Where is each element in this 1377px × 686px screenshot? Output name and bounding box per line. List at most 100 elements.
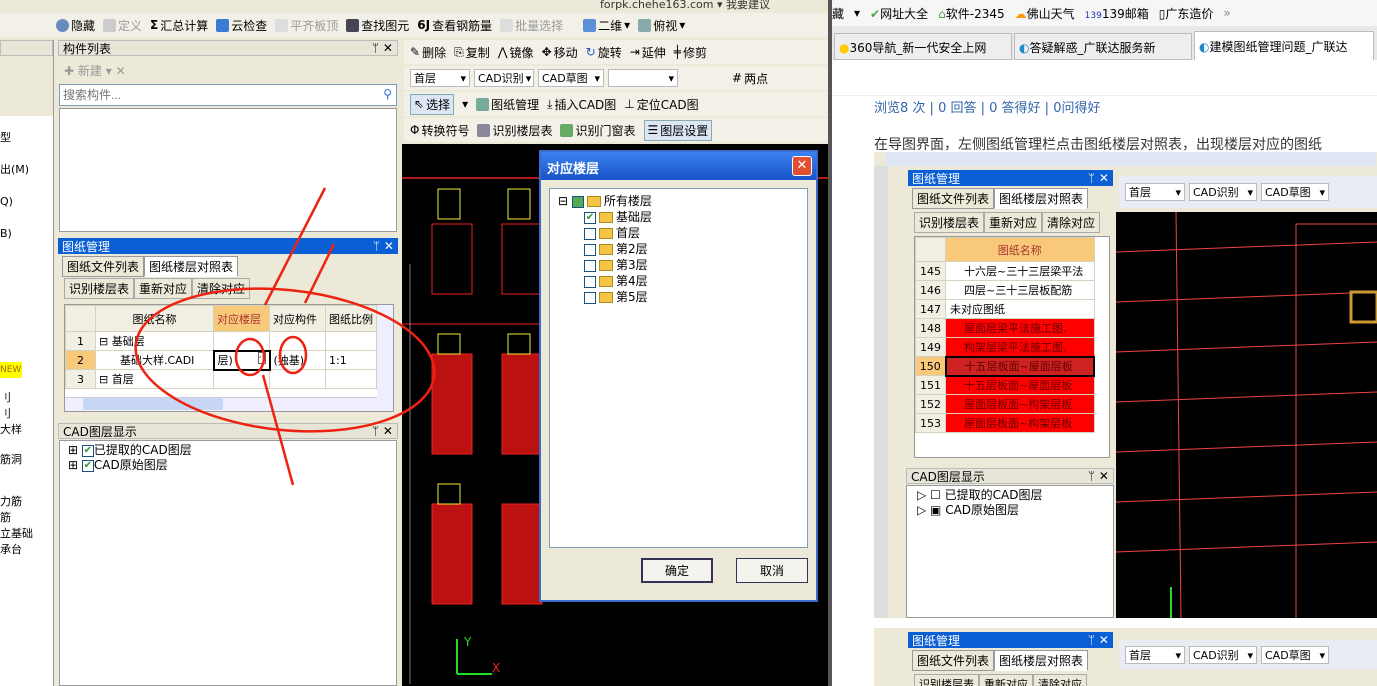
mirror-button[interactable]: ⋀ 镜像	[498, 44, 534, 61]
table-row[interactable]: 147 未对应图纸	[915, 299, 1095, 319]
extend-button[interactable]: ⇥ 延伸	[630, 44, 666, 61]
s2-button[interactable]: 识别楼层表	[914, 674, 979, 686]
delete-icon[interactable]: ✕	[116, 64, 126, 78]
insert-cad-button[interactable]: ⤓ 插入CAD图	[547, 96, 616, 113]
select-button[interactable]: ⇖ 选择	[410, 93, 455, 115]
col-name[interactable]: 图纸名称	[95, 305, 214, 332]
table-row[interactable]: 150 十五层板面~屋面层板	[915, 355, 1095, 377]
vertical-scrollbar[interactable]	[377, 305, 393, 411]
tab-file-list[interactable]: 图纸文件列表	[62, 256, 145, 277]
col-scale[interactable]: 图纸比例	[325, 305, 377, 332]
checkbox-icon[interactable]	[584, 259, 596, 272]
browser-tab[interactable]: ◐答疑解惑_广联达服务新	[1014, 33, 1192, 60]
sidebar-item[interactable]: 筋洞	[0, 452, 33, 468]
define-button[interactable]: 定义	[103, 17, 142, 34]
floor-select[interactable]: 首层 ▾	[410, 69, 470, 87]
sidebar-item[interactable]: Q)	[0, 194, 33, 210]
cad-recog-select[interactable]: CAD识别 ▾	[474, 69, 534, 87]
checkbox-icon[interactable]	[584, 291, 596, 304]
table-row[interactable]: 3 ⊟ 首层	[65, 369, 377, 389]
find-button[interactable]: 查找图元	[346, 17, 409, 34]
view2d-dropdown[interactable]: 二维 ▾	[583, 17, 630, 34]
rematch-button[interactable]: 重新对应	[134, 278, 193, 299]
floor-item[interactable]: 首层	[584, 225, 799, 241]
browser-tab-active[interactable]: ◐建模图纸管理问题_广联达	[1194, 31, 1374, 60]
hide-button[interactable]: 隐藏	[56, 17, 95, 34]
rotate-button[interactable]: ↻ 旋转	[586, 44, 622, 61]
s2-floor-select[interactable]: 首层 ▾	[1125, 646, 1185, 664]
table-row[interactable]: 149 构架层梁平法施工图.	[915, 337, 1095, 357]
sidebar-item[interactable]: 出(M)	[0, 162, 33, 178]
trim-button[interactable]: ╪ 修剪	[674, 44, 707, 61]
sidebar-item[interactable]: 刂	[0, 406, 33, 422]
s2-sketch-select[interactable]: CAD草图 ▾	[1261, 646, 1329, 664]
horizontal-scrollbar[interactable]	[65, 397, 377, 411]
pin-close-icons[interactable]: ᛘ ✕	[372, 424, 393, 438]
checkbox-icon[interactable]: ✔	[81, 459, 94, 472]
recog-floor-button[interactable]: 识别楼层表	[477, 122, 552, 139]
sidebar-item[interactable]: 刂	[0, 390, 33, 406]
ok-button[interactable]: 确定	[641, 558, 713, 583]
checkbox-icon[interactable]: ✔	[584, 211, 596, 224]
table-row[interactable]: 148 屋面层梁平法施工图.	[915, 318, 1095, 338]
table-row[interactable]: 146 四层~三十三层板配筋	[915, 280, 1095, 300]
pin-close-icons[interactable]: ᛘ ✕	[373, 239, 394, 253]
copy-button[interactable]: ⎘ 复制	[454, 44, 490, 61]
s1-floor-select[interactable]: 首层 ▾	[1125, 183, 1185, 201]
bookmark[interactable]: ☁佛山天气	[1015, 5, 1075, 22]
empty-select[interactable]: ▾	[608, 69, 678, 87]
s1-tab[interactable]: 图纸文件列表	[912, 188, 995, 209]
batch-select-button[interactable]: 批量选择	[500, 17, 563, 34]
checkbox-icon[interactable]	[571, 195, 584, 208]
delete-button[interactable]: ✎ 删除	[410, 44, 446, 61]
view-top-dropdown[interactable]: 俯视 ▾	[638, 17, 685, 34]
s2-cad-select[interactable]: CAD识别 ▾	[1189, 646, 1257, 664]
convert-symbol-button[interactable]: Φ 转换符号	[410, 122, 469, 139]
sidebar-item[interactable]: B)	[0, 226, 33, 242]
s1-button[interactable]: 清除对应	[1042, 212, 1101, 233]
s1-layer[interactable]: ▷ ☐ 已提取的CAD图层	[917, 488, 1103, 503]
close-button[interactable]: ✕	[792, 156, 812, 176]
flush-top-button[interactable]: 平齐板顶	[275, 17, 338, 34]
view-rebar-button[interactable]: 6J 查看钢筋量	[417, 17, 492, 34]
sidebar-item[interactable]: 大样	[0, 422, 33, 438]
two-point-button[interactable]: # 两点	[732, 70, 768, 87]
clear-match-button[interactable]: 清除对应	[192, 278, 251, 299]
floor-item[interactable]: 第2层	[584, 241, 799, 257]
bookmark[interactable]: ⌂软件-2345	[938, 5, 1005, 22]
bookmark[interactable]: ▯广东造价	[1159, 5, 1214, 22]
sidebar-item[interactable]: 筋	[0, 510, 33, 526]
cloud-check-button[interactable]: 云检查	[216, 17, 267, 34]
table-row[interactable]: 145 十六层~三十三层梁平法	[915, 261, 1095, 281]
sidebar-item[interactable]: 承台	[0, 542, 33, 558]
s2-tab[interactable]: 图纸楼层对照表	[994, 650, 1089, 671]
cancel-button[interactable]: 取消	[736, 558, 808, 583]
s2-button[interactable]: 重新对应	[979, 674, 1033, 686]
pin-close-icons[interactable]: ᛘ ✕	[372, 41, 393, 55]
table-row[interactable]: 152 屋面层板面~构架层板	[915, 394, 1095, 414]
table-row[interactable]: 153 屋面层板面~构架层板	[915, 413, 1095, 433]
floor-item[interactable]: ✔ 基础层	[584, 209, 799, 225]
suggest-link[interactable]: 我要建议	[726, 0, 770, 11]
recog-door-button[interactable]: 识别门窗表	[560, 122, 636, 139]
table-row[interactable]: 151 十五层板面~屋面层板	[915, 375, 1095, 395]
s1-button[interactable]: 重新对应	[984, 212, 1043, 233]
s2-tab[interactable]: 图纸文件列表	[912, 650, 995, 671]
locate-cad-button[interactable]: ⊥ 定位CAD图	[624, 96, 698, 113]
checkbox-icon[interactable]	[584, 227, 596, 240]
checkbox-icon[interactable]: ✔	[81, 444, 94, 457]
new-button[interactable]: ✚ 新建 ▾	[64, 64, 112, 78]
s1-layer[interactable]: ▷ ▣ CAD原始图层	[917, 503, 1103, 518]
s1-sketch-select[interactable]: CAD草图 ▾	[1261, 183, 1329, 201]
drawing-mgmt-button[interactable]: 图纸管理	[476, 96, 539, 113]
sidebar-item[interactable]: 力筋	[0, 494, 33, 510]
search-icon[interactable]: ⚲	[383, 87, 392, 101]
bookmark[interactable]: 139139邮箱	[1085, 5, 1149, 22]
checkbox-icon[interactable]	[584, 243, 596, 256]
more-bookmarks[interactable]: »	[1223, 6, 1230, 20]
tab-floor-map[interactable]: 图纸楼层对照表	[144, 256, 239, 277]
col-component[interactable]: 对应构件	[269, 305, 326, 332]
bookmark[interactable]: ✔网址大全	[870, 5, 928, 22]
move-button[interactable]: ✥ 移动	[542, 44, 578, 61]
layer-settings-button[interactable]: ☰ 图层设置	[643, 119, 713, 141]
